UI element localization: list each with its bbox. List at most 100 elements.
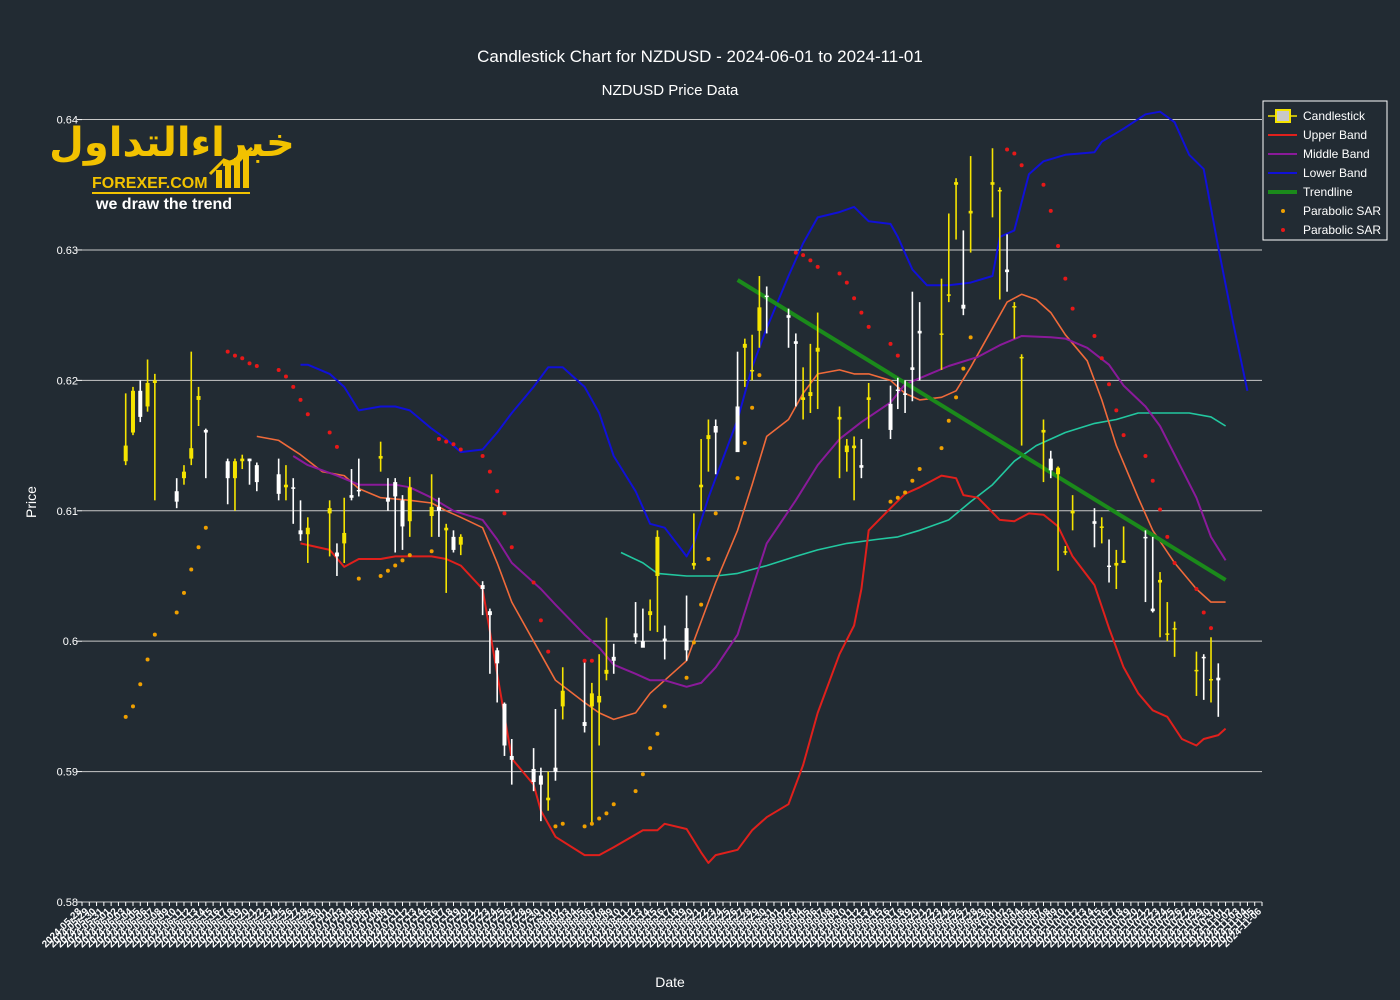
candle (123, 393, 128, 466)
candle-body (961, 304, 966, 309)
candle (181, 465, 186, 485)
candle (232, 458, 237, 511)
sar-dot-bear (225, 349, 230, 354)
sar-dot-bear (1150, 478, 1155, 483)
candle (130, 386, 135, 436)
sar-dot-bear (1209, 626, 1214, 631)
sar-dot-bull (655, 731, 660, 736)
candle (502, 702, 507, 756)
candle-body (138, 390, 143, 417)
candle-body (699, 484, 704, 488)
candle (546, 771, 551, 811)
candle-body (240, 458, 245, 462)
sar-dot-bull (750, 405, 755, 410)
candle-body (145, 382, 150, 407)
sar-dot-bear (1158, 507, 1163, 512)
candle-body (546, 797, 551, 801)
candle (699, 439, 704, 511)
candle (298, 500, 303, 541)
candle-body (1172, 628, 1177, 630)
sar-dot-bear (1143, 454, 1148, 459)
legend: Candlestick Upper Band Middle Band Lower Ba… (1262, 100, 1388, 241)
sar-dot-bull (393, 563, 398, 568)
candle-body (189, 448, 194, 459)
candle-body (451, 536, 456, 550)
sar-dot-bull (385, 568, 390, 573)
candle (327, 500, 332, 557)
sar-dot-bull (560, 821, 565, 826)
candle (1158, 572, 1163, 638)
sar-dot-bull (611, 802, 616, 807)
candle (247, 458, 252, 485)
y-tick-label: 0.59 (57, 767, 78, 779)
sar-dot-bear (487, 469, 492, 474)
candle-body (327, 508, 332, 514)
candle (961, 230, 966, 316)
sar-dot-bear (276, 367, 281, 372)
candle (589, 682, 594, 824)
candle-body (1165, 633, 1170, 635)
sar-dot-bear (844, 280, 849, 285)
sar-dot-bear (436, 437, 441, 442)
sar-dot-bull (145, 657, 150, 662)
candle-body (487, 611, 492, 616)
legend-label: Upper Band (1303, 128, 1367, 142)
candle (1201, 654, 1206, 700)
sar-dot-bull (735, 476, 740, 481)
candle (174, 478, 179, 509)
legend-item: Candlestick (1268, 109, 1366, 123)
sar-dot-bull (553, 824, 558, 829)
candle-body (662, 638, 667, 642)
sar-dot-bull (662, 704, 667, 709)
candle-body (655, 536, 660, 576)
sar-dot-bull (203, 525, 208, 530)
candle-body (742, 343, 747, 348)
legend-label: Parabolic SAR (1303, 204, 1381, 218)
candle (196, 386, 201, 427)
sar-dot-bear (1005, 147, 1010, 152)
sar-dot-bull (130, 704, 135, 709)
candle (356, 458, 361, 497)
candle-body (254, 465, 259, 483)
candle (553, 708, 558, 781)
sar-dot-bear (815, 264, 820, 269)
trendline (736, 278, 1227, 582)
candle (1107, 539, 1112, 583)
candle-body (910, 367, 915, 370)
legend-label: Trendline (1303, 185, 1353, 199)
sar-dot-bear (305, 412, 310, 417)
candle (1194, 651, 1199, 696)
candle-body (502, 703, 507, 746)
candle-body (232, 461, 237, 479)
candle-body (1143, 536, 1148, 539)
sar-dot-bull (954, 395, 959, 400)
y-tick-label: 0.6 (63, 636, 78, 648)
candle-body (305, 527, 310, 535)
candle-body (888, 403, 893, 430)
sar-dot-bear (538, 618, 543, 623)
candle-body (385, 497, 390, 502)
candle (946, 213, 951, 303)
sar-dot-bull (123, 714, 128, 719)
sar-dot-bear (247, 361, 252, 366)
candle (1041, 419, 1046, 483)
legend-dot-icon (1281, 228, 1285, 232)
candle-body (203, 429, 208, 433)
candle (793, 333, 798, 407)
candle (852, 436, 857, 501)
candle-body (859, 465, 864, 468)
candle (633, 602, 638, 644)
candle (939, 278, 944, 370)
candle-body (1092, 521, 1097, 524)
sar-dot-bull (946, 418, 951, 423)
candle-body (684, 628, 689, 651)
candle-body (691, 562, 696, 566)
candle-body (946, 294, 951, 296)
sar-dot-bear (334, 444, 339, 449)
candle-body (968, 210, 973, 214)
candle-body (757, 307, 762, 331)
candle-body (429, 506, 434, 516)
candle (1099, 517, 1104, 544)
candle (305, 517, 310, 563)
sar-dot-bull (174, 610, 179, 615)
